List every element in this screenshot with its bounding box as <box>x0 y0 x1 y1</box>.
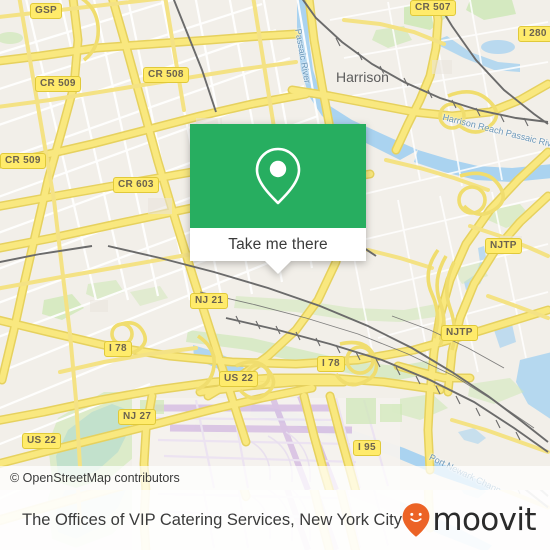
popup-header <box>190 124 366 228</box>
place-label-harrison: Harrison <box>336 69 389 85</box>
road-shield-njtp: NJTP <box>485 238 522 254</box>
footer-bar: The Offices of VIP Catering Services, Ne… <box>0 490 550 550</box>
road-shield-cr-508: CR 508 <box>143 67 189 83</box>
map-attribution-bar: © OpenStreetMap contributors <box>0 466 550 490</box>
road-shield-cr-603: CR 603 <box>113 177 159 193</box>
road-shield-njtp: NJTP <box>441 325 478 341</box>
road-shield-i-78: I 78 <box>104 341 132 357</box>
road-shield-i-95: I 95 <box>353 440 381 456</box>
take-me-there-button[interactable]: Take me there <box>190 228 366 261</box>
road-shield-us-22: US 22 <box>22 433 62 449</box>
map-pin-icon <box>255 147 301 205</box>
moovit-logo[interactable]: moovit <box>401 501 537 538</box>
map-canvas[interactable]: GSP CR 507 I 280 CR 508 CR 509 CR 509 CR 603 NJ… <box>0 0 550 490</box>
take-me-there-label: Take me there <box>228 235 328 253</box>
screenshot-root: GSP CR 507 I 280 CR 508 CR 509 CR 509 CR 603 NJ… <box>0 0 550 550</box>
road-shield-cr-507: CR 507 <box>410 0 456 16</box>
road-shield-i-78: I 78 <box>317 356 345 372</box>
road-shield-us-22: US 22 <box>219 371 259 387</box>
road-shield-cr-509: CR 509 <box>0 153 46 169</box>
moovit-smiley-pin-icon <box>402 503 430 537</box>
location-popup-card[interactable]: Take me there <box>190 124 366 274</box>
road-shield-nj-21: NJ 21 <box>190 293 229 309</box>
road-shield-gsp: GSP <box>30 3 63 19</box>
popup-pointer-tail <box>265 261 291 274</box>
road-shield-cr-509: CR 509 <box>35 76 81 92</box>
osm-attribution-text[interactable]: © OpenStreetMap contributors <box>0 471 180 485</box>
moovit-wordmark: moovit <box>432 501 536 538</box>
road-shield-i-280: I 280 <box>518 26 550 42</box>
road-shield-nj-27: NJ 27 <box>118 409 157 425</box>
location-title: The Offices of VIP Catering Services, Ne… <box>22 510 402 529</box>
